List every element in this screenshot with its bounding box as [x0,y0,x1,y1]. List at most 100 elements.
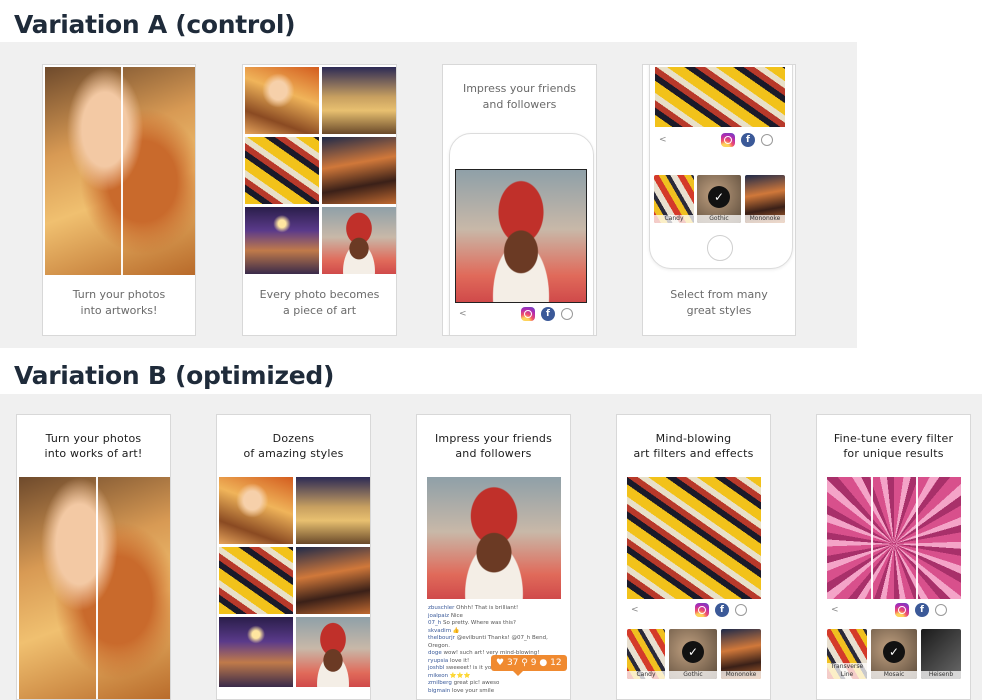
variation-a-title: Variation A (control) [14,10,296,39]
comment-text: love it! [450,657,470,664]
comment-row: mikeon ⭐⭐⭐ [428,673,548,681]
facebook-icon[interactable]: f [715,603,729,617]
comment-row: thelbourjr @evilbunti Thanks! @07_h Bend… [428,635,548,650]
instagram-icon[interactable] [695,603,709,617]
like-counter: ♥ 37 ⚲ 9 ● 12 [491,655,567,676]
follower-icon: ⚲ [521,658,528,668]
comment-row: skvadim 👍 [428,628,548,636]
style-thumb-transverse-line[interactable]: Transverse Line [827,629,867,679]
comment-text: Ohhh! That is brilliant! [456,605,519,611]
grid-photo-woman [219,477,293,544]
grid-photo-city [245,207,319,274]
split-divider [916,477,918,599]
variation-a-card-2: Every photo becomes a piece of art [242,64,397,336]
comment-user[interactable]: joalpaiz [428,613,449,619]
comment-text: Nice [450,612,463,619]
comment-user[interactable]: bigmain [428,688,450,694]
comment-text: great pic! aweso [453,680,500,686]
split-divider [96,477,98,699]
style-thumb-mononoke[interactable]: Mononoke [745,175,785,223]
style-thumb-gothic[interactable]: ✓ Gothic [697,175,741,223]
grid-photo-rocks [296,547,370,614]
grid-photo-boat [219,547,293,614]
grid-photo-rocks [322,137,396,204]
grid-photo-boat [245,137,319,204]
variation-a-panel: Turn your photos into artworks! Every ph… [0,42,857,348]
style-thumb-candy[interactable]: Candy [627,629,665,679]
back-camera-icon[interactable]: < [659,135,667,145]
variation-a-card-1: Turn your photos into artworks! [42,64,196,336]
comment-text: So pretty. Where was this? [442,620,516,626]
follower-count: 9 [530,658,537,668]
back-camera-icon[interactable]: < [631,605,639,615]
grid-photo-city [219,617,293,687]
facebook-icon[interactable]: f [741,133,755,147]
variation-b-card-3: Impress your friends and followers zbusc… [416,414,571,700]
style-thumb-mononoke[interactable]: Mononoke [721,629,761,679]
back-camera-icon[interactable]: < [831,605,839,615]
share-bar: f [721,133,773,147]
style-thumb-heisenberg[interactable]: Heisenb [921,629,961,679]
comment-user[interactable]: zbuschler [428,605,454,611]
instagram-icon[interactable] [895,603,909,617]
comment-text: 👍 [452,627,460,634]
instagram-icon[interactable] [721,133,735,147]
grid-photo-beach [322,67,396,134]
comment-user[interactable]: mikeon [428,673,448,679]
grid-photo-beach [296,477,370,544]
facebook-icon[interactable]: f [541,307,555,321]
art-photo-portrait [427,477,561,599]
comment-text: sweeeet! is it your [446,665,497,671]
variation-b-card-4: Mind-blowing art filters and effects < f… [616,414,771,700]
variation-b-card-5: Fine-tune every filter for unique result… [816,414,971,700]
style-thumb-label: Mononoke [745,215,785,223]
comment-user[interactable]: skvadim [428,628,451,634]
check-icon: ✓ [682,641,704,663]
card-caption: Dozens of amazing styles [243,432,344,460]
style-thumb-gothic[interactable]: ✓ Gothic [669,629,717,679]
art-photo-boat [655,67,785,127]
style-thumb-label: Candy [627,671,665,679]
instagram-icon[interactable] [521,307,535,321]
comment-text: ⭐⭐⭐ [449,672,471,679]
split-divider [121,67,123,275]
style-thumb-label: Candy [654,215,694,223]
facebook-icon[interactable]: f [915,603,929,617]
heart-icon: ♥ [496,658,505,668]
style-thumb-label: Heisenb [921,671,961,679]
variation-b-card-2: Dozens of amazing styles [216,414,371,700]
comment-user[interactable]: thelbourjr [428,635,455,641]
share-icon[interactable] [735,604,747,616]
comment-row: 07_h So pretty. Where was this? [428,620,548,628]
style-thumb-label: Mosaic [871,671,917,679]
style-thumb-label: Transverse Line [827,663,867,679]
variation-b-panel: Turn your photos into works of art! Doze… [0,394,982,700]
card-caption: Select from many great styles [670,288,768,317]
home-button[interactable] [707,235,733,261]
comment-user[interactable]: ryupsia [428,658,448,664]
style-thumb-mosaic[interactable]: ✓ Mosaic [871,629,917,679]
share-icon[interactable] [561,308,573,320]
art-photo-boat [627,477,761,599]
comment-user[interactable]: 07_h [428,620,441,626]
like-count: 37 [506,658,519,668]
comment-text: love your smile [452,687,495,694]
comment-count: 12 [550,658,562,668]
style-thumb-candy[interactable]: Candy [654,175,694,223]
share-icon[interactable] [935,604,947,616]
check-icon: ✓ [883,641,905,663]
variation-a-card-3: Impress your friends and followers < f [442,64,597,336]
back-camera-icon[interactable]: < [459,309,467,319]
comment-list: zbuschler Ohhh! That is brilliant! joalpa… [428,605,548,695]
card-caption: Turn your photos into works of art! [44,432,143,460]
card-caption: Impress your friends and followers [434,432,553,460]
comment-user[interactable]: doge [428,650,442,656]
comment-user[interactable]: zmilberg [428,680,452,686]
comment-user[interactable]: joshbl [428,665,444,671]
share-icon[interactable] [761,134,773,146]
share-bar: f [521,307,573,321]
comment-row: zbuschler Ohhh! That is brilliant! [428,605,548,613]
art-photo-portrait [455,169,587,303]
variation-b-title: Variation B (optimized) [14,361,335,390]
comment-row: joalpaiz Nice [428,613,548,621]
